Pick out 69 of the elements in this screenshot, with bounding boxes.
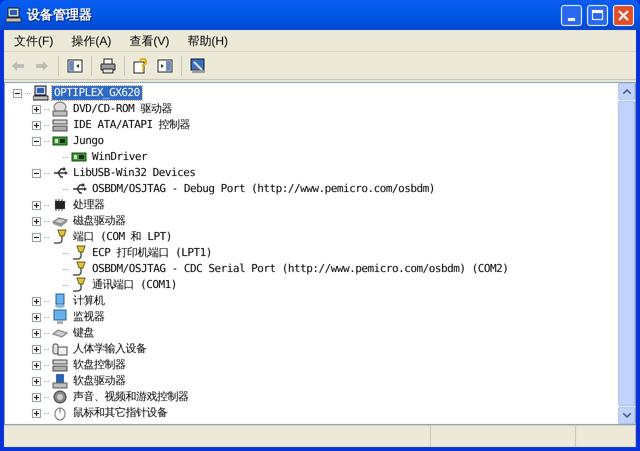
tree-item[interactable]: LibUSB-Win32 Devices (71, 166, 198, 180)
tree-item[interactable]: ECP 打印机端口 (LPT1) (90, 246, 214, 260)
tree-item[interactable]: IDE ATA/ATAPI 控制器 (71, 118, 192, 132)
port-icon (52, 229, 68, 245)
close-icon (618, 10, 629, 20)
close-button[interactable] (613, 4, 634, 26)
collapse-toggle[interactable] (32, 232, 41, 242)
printer-icon[interactable] (100, 58, 116, 74)
mouse-icon (52, 405, 68, 421)
expand-toggle[interactable] (32, 408, 41, 418)
computer-icon (6, 7, 22, 23)
disc-drive-icon (52, 101, 68, 117)
tree-item[interactable]: 计算机 (71, 294, 106, 308)
collapse-toggle[interactable] (13, 88, 22, 98)
speaker-icon (52, 389, 68, 405)
expand-toggle[interactable] (32, 296, 41, 306)
expand-toggle[interactable] (32, 328, 41, 338)
collapse-toggle[interactable] (32, 136, 41, 146)
update-driver-icon[interactable] (190, 58, 206, 74)
input-device-icon (52, 341, 68, 357)
floppy-drive-icon (52, 373, 68, 389)
expand-toggle[interactable] (32, 360, 41, 370)
tree-item[interactable]: 人体学输入设备 (71, 342, 148, 356)
chip-icon (52, 197, 68, 213)
console-tree-icon[interactable] (67, 58, 83, 74)
tree-item[interactable]: 端口 (COM 和 LPT) (71, 230, 174, 244)
tree-item[interactable]: Jungo (71, 134, 106, 148)
tree-item[interactable]: 磁盘驱动器 (71, 214, 128, 228)
tree-item[interactable]: 处理器 (71, 198, 106, 212)
scroll-down-button[interactable] (618, 407, 635, 424)
port-icon (71, 245, 87, 261)
port-icon (71, 277, 87, 293)
controller-icon (52, 117, 68, 133)
menu-item[interactable]: 操作(A) (65, 32, 118, 50)
tree-item[interactable]: DVD/CD-ROM 驱动器 (71, 102, 174, 116)
maximize-button[interactable] (587, 4, 608, 26)
help-icon[interactable] (133, 58, 149, 74)
monitor-icon (52, 309, 68, 325)
computer-icon (33, 85, 49, 101)
action-pane-icon[interactable] (157, 58, 173, 74)
expand-toggle[interactable] (32, 376, 41, 386)
menu-item[interactable]: 文件(F) (8, 32, 60, 50)
expand-toggle[interactable] (32, 216, 41, 226)
tree-item[interactable]: 软盘控制器 (71, 358, 128, 372)
menu-item[interactable]: 帮助(H) (181, 32, 234, 50)
menu-item[interactable]: 查看(V) (123, 32, 176, 50)
collapse-toggle[interactable] (32, 168, 41, 178)
tree-item[interactable]: OSBDM/OSJTAG - Debug Port (http://www.pemicro.com/osbdm) (90, 182, 437, 196)
tree-item[interactable]: 声音、视频和游戏控制器 (71, 390, 190, 404)
expand-toggle[interactable] (32, 200, 41, 210)
tree-item[interactable]: WinDriver (90, 150, 150, 164)
tree-item[interactable]: 鼠标和其它指针设备 (71, 406, 170, 420)
port-icon (71, 261, 87, 277)
tree-item[interactable]: 软盘驱动器 (71, 374, 128, 388)
tree-item[interactable]: OSBDM/OSJTAG - CDC Serial Port (http://www.pemicro.com/osbdm) (COM2) (90, 262, 510, 276)
computer-icon (52, 293, 68, 309)
expand-toggle[interactable] (32, 104, 41, 114)
scroll-up-button[interactable] (618, 83, 635, 100)
tree-item[interactable]: 键盘 (71, 326, 96, 340)
tree-item[interactable]: OPTIPLEX_GX620 (52, 86, 142, 100)
expand-toggle[interactable] (32, 312, 41, 322)
tree-item[interactable]: 通讯端口 (COM1) (90, 278, 179, 292)
window-title: 设备管理器 (27, 6, 92, 24)
expand-toggle[interactable] (32, 120, 41, 130)
controller-icon (52, 357, 68, 373)
tree-item[interactable]: 监视器 (71, 310, 106, 324)
expand-toggle[interactable] (32, 344, 41, 354)
expand-toggle[interactable] (32, 392, 41, 402)
minimize-button[interactable] (561, 4, 582, 26)
